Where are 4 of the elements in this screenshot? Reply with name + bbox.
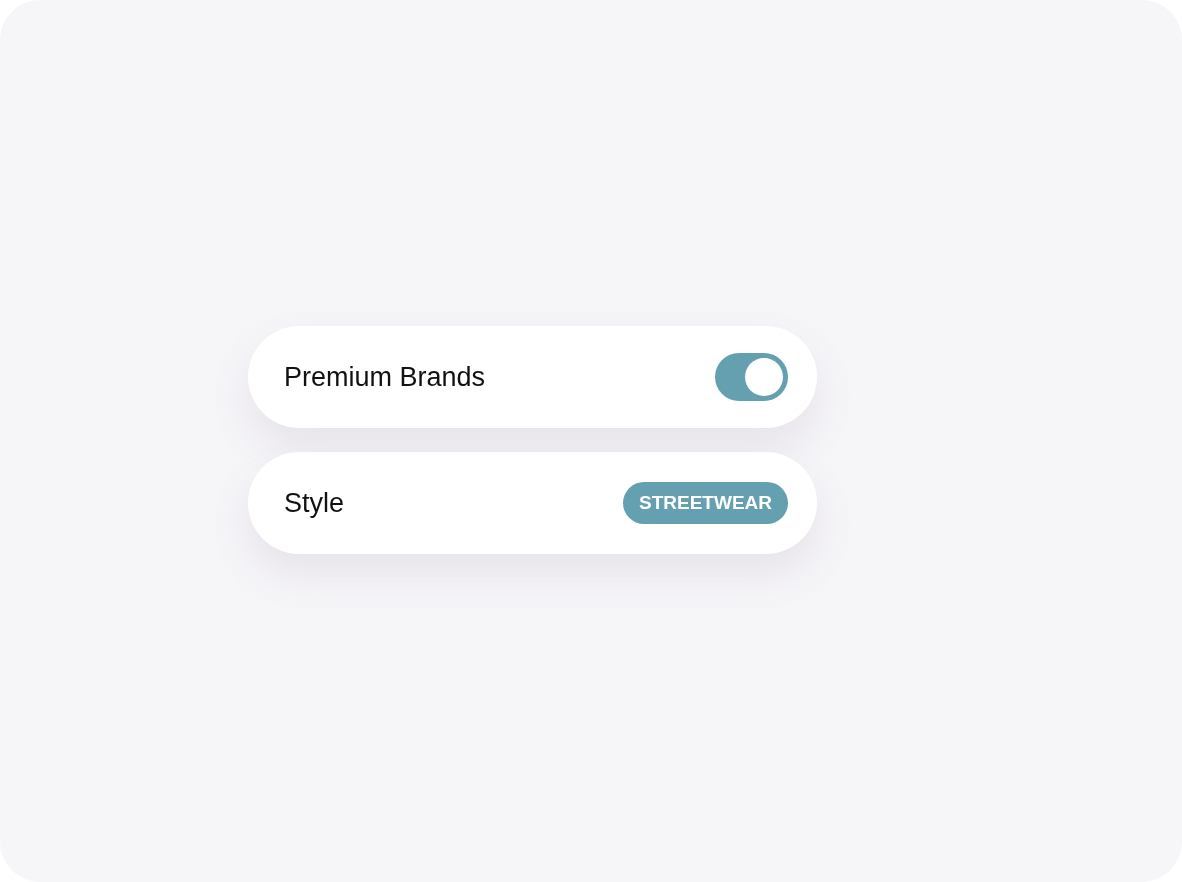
toggle-switch[interactable] bbox=[715, 353, 788, 401]
style-tag: STREETWEAR bbox=[623, 482, 788, 524]
setting-label: Premium Brands bbox=[284, 360, 486, 394]
setting-label: Style bbox=[284, 486, 345, 520]
